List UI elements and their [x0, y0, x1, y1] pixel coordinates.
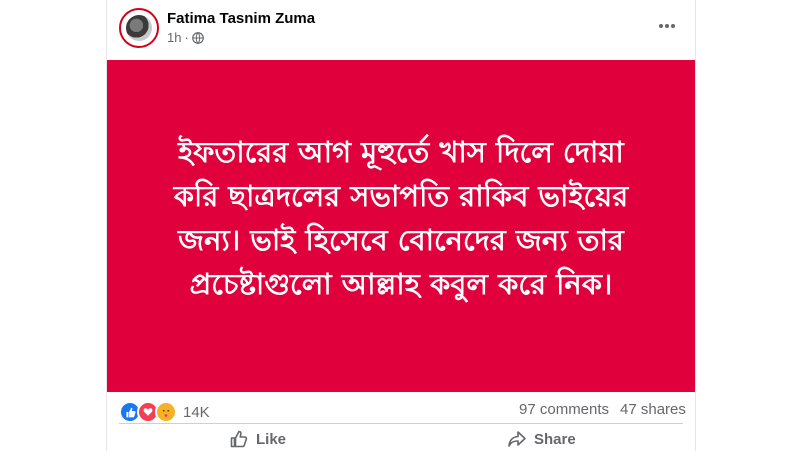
- thumbs-up-icon: [230, 430, 248, 448]
- shares-count-link[interactable]: 47 shares: [620, 401, 686, 418]
- post-meta: 1h ·: [167, 30, 204, 45]
- avatar-image: [126, 15, 152, 41]
- more-options-button[interactable]: [657, 14, 677, 38]
- meta-separator: ·: [184, 30, 189, 45]
- post-actions: Like Share: [107, 424, 695, 451]
- like-label: Like: [256, 430, 287, 448]
- avatar[interactable]: [119, 8, 159, 48]
- share-label: Share: [534, 430, 576, 448]
- post-time[interactable]: 1h: [167, 30, 181, 45]
- share-arrow-icon: [508, 431, 526, 447]
- comments-count-link[interactable]: 97 comments: [519, 401, 609, 418]
- more-dots-icon: [659, 24, 675, 28]
- care-icon: [155, 401, 177, 423]
- card-border: [695, 0, 696, 451]
- author-name[interactable]: Fatima Tasnim Zuma: [167, 10, 315, 27]
- post-text: ইফতারের আগ মূহুর্তে খাস দিলে দোয়া করি ছ…: [173, 135, 629, 301]
- reactions-summary[interactable]: 14K: [119, 401, 210, 423]
- like-button[interactable]: Like: [229, 429, 286, 449]
- post-header: Fatima Tasnim Zuma 1h ·: [107, 0, 695, 60]
- post-card: Fatima Tasnim Zuma 1h · ইফতারের আগ মূহুর…: [107, 0, 695, 451]
- reaction-count: 14K: [183, 403, 210, 421]
- post-background: ইফতারের আগ মূহুর্তে খাস দিলে দোয়া করি ছ…: [107, 60, 695, 392]
- share-button[interactable]: Share: [507, 429, 576, 449]
- post-stats: 14K 97 comments 47 shares: [107, 392, 695, 426]
- globe-icon: [191, 31, 204, 44]
